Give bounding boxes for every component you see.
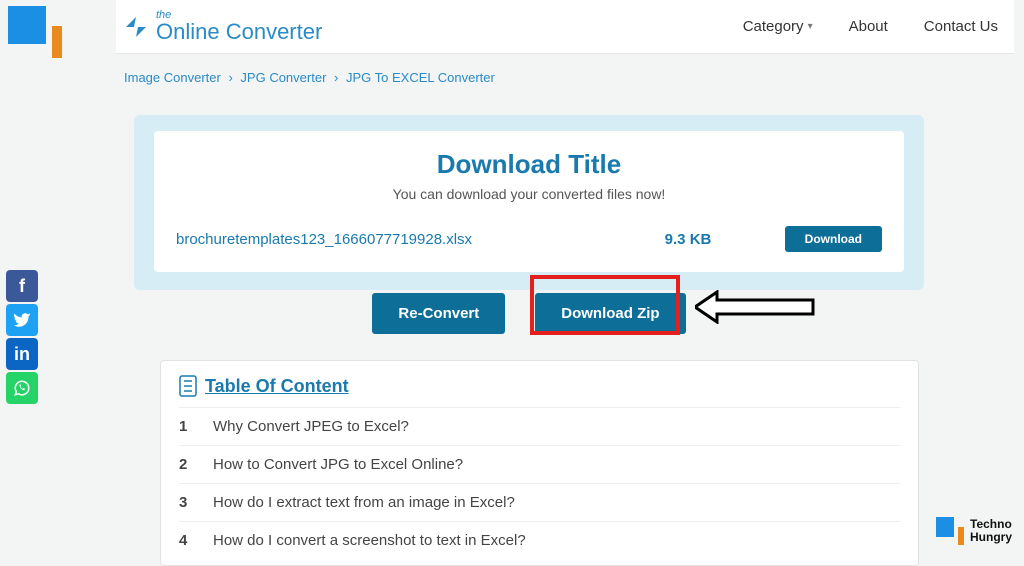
download-panel: Download Title You can download your con… [134, 115, 924, 290]
facebook-share-icon[interactable]: f [6, 270, 38, 302]
watermark-logo: Techno Hungry [936, 517, 1012, 545]
toc-link[interactable]: How do I convert a screenshot to text in… [213, 532, 526, 549]
annotation-arrow-icon [695, 290, 815, 324]
breadcrumb-jpg-to-excel[interactable]: JPG To EXCEL Converter [346, 70, 495, 85]
download-subtitle: You can download your converted files no… [168, 186, 890, 202]
toc-link[interactable]: How to Convert JPG to Excel Online? [213, 456, 463, 473]
breadcrumb-jpg-converter[interactable]: JPG Converter [240, 70, 326, 85]
breadcrumb-separator: › [224, 70, 236, 85]
nav-about[interactable]: About [849, 18, 888, 35]
download-button[interactable]: Download [785, 226, 882, 252]
file-size: 9.3 KB [665, 231, 785, 248]
nav-about-label: About [849, 18, 888, 35]
toc-item: 4 How do I convert a screenshot to text … [179, 521, 900, 559]
download-panel-inner: Download Title You can download your con… [154, 131, 904, 272]
toc-item: 2 How to Convert JPG to Excel Online? [179, 445, 900, 483]
toc-link[interactable]: Why Convert JPEG to Excel? [213, 418, 409, 435]
toc-number: 1 [179, 418, 191, 435]
twitter-share-icon[interactable] [6, 304, 38, 336]
toc-number: 4 [179, 532, 191, 549]
nav-contact[interactable]: Contact Us [924, 18, 998, 35]
watermark-text-2: Hungry [970, 531, 1012, 544]
breadcrumb: Image Converter › JPG Converter › JPG To… [124, 70, 495, 85]
breadcrumb-separator: › [330, 70, 342, 85]
header: the Online Converter Category ▾ About Co… [116, 0, 1014, 54]
table-of-contents: Table Of Content 1 Why Convert JPEG to E… [160, 360, 919, 566]
download-title: Download Title [168, 149, 890, 180]
reconvert-button[interactable]: Re-Convert [372, 293, 505, 334]
brand-logo-icon [122, 13, 150, 41]
brand[interactable]: the Online Converter [116, 10, 322, 43]
toc-title[interactable]: Table Of Content [205, 376, 349, 397]
social-share-rail: f in [6, 270, 38, 404]
brand-title: Online Converter [156, 21, 322, 43]
breadcrumb-image-converter[interactable]: Image Converter [124, 70, 221, 85]
file-name[interactable]: brochuretemplates123_1666077719928.xlsx [176, 231, 665, 248]
toc-number: 3 [179, 494, 191, 511]
nav-category[interactable]: Category ▾ [743, 18, 813, 35]
linkedin-share-icon[interactable]: in [6, 338, 38, 370]
toc-link[interactable]: How do I extract text from an image in E… [213, 494, 515, 511]
site-corner-logo [8, 6, 66, 58]
nav-contact-label: Contact Us [924, 18, 998, 35]
top-nav: Category ▾ About Contact Us [743, 18, 1014, 35]
whatsapp-share-icon[interactable] [6, 372, 38, 404]
nav-category-label: Category [743, 18, 804, 35]
toc-item: 1 Why Convert JPEG to Excel? [179, 407, 900, 445]
toc-header: Table Of Content [179, 375, 900, 397]
watermark-logo-icon [936, 517, 964, 545]
file-row: brochuretemplates123_1666077719928.xlsx … [168, 220, 890, 258]
toc-item: 3 How do I extract text from an image in… [179, 483, 900, 521]
list-icon [179, 375, 197, 397]
chevron-down-icon: ▾ [808, 21, 813, 32]
download-zip-button[interactable]: Download Zip [535, 293, 685, 334]
toc-number: 2 [179, 456, 191, 473]
